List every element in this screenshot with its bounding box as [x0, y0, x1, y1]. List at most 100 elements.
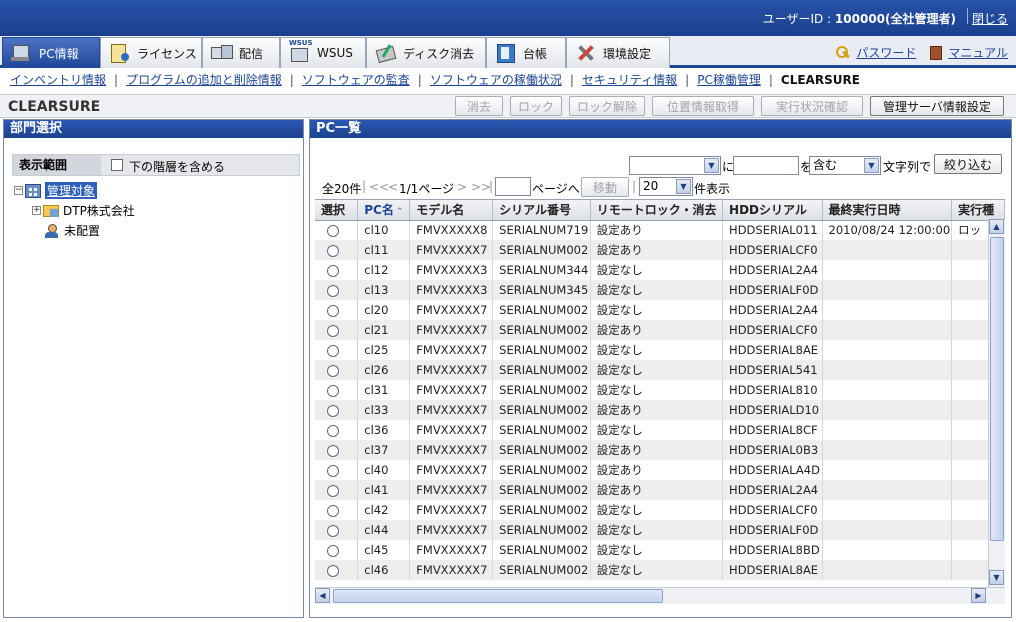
tab-ledger[interactable]: 台帳 [486, 37, 566, 68]
tab-wsus[interactable]: WSUS [280, 37, 366, 68]
manual-link[interactable]: マニュアル [948, 44, 1008, 61]
tree-node-label[interactable]: 未配置 [64, 222, 100, 239]
include-sublevels-checkbox[interactable] [111, 159, 123, 171]
tree-node-label[interactable]: 管理対象 [45, 182, 98, 199]
row-select-radio[interactable] [327, 284, 339, 297]
row-select-radio[interactable] [327, 444, 339, 457]
erase-button[interactable]: 消去 [455, 96, 503, 116]
filter-match-select[interactable]: 含む ▼ [809, 156, 881, 175]
row-select-radio[interactable] [327, 564, 339, 577]
per-page-select[interactable]: 20 ▼ [639, 177, 693, 196]
tree-node-unassigned[interactable]: 未配置 [44, 222, 100, 239]
horizontal-scroll-thumb[interactable] [333, 589, 663, 603]
vertical-scrollbar[interactable]: ▲ ▼ [988, 219, 1005, 587]
col-exec-type-header[interactable]: 実行種 [951, 200, 1005, 221]
scroll-left-icon[interactable]: ◀ [315, 588, 330, 603]
col-hdd-serial-header[interactable]: HDDシリアル [722, 200, 823, 221]
subnav-programs[interactable]: プログラムの追加と削除情報 [126, 73, 282, 87]
cell-last-exec: 2010/08/24 12:00:00 [822, 220, 953, 240]
row-select-radio[interactable] [327, 344, 339, 357]
col-last-exec-header[interactable]: 最終実行日時 [822, 200, 953, 221]
row-select-radio[interactable] [327, 264, 339, 277]
table-row[interactable]: cl44 FMVXXXXX7 SERIALNUM002 設定なし HDDSERIALF0… [315, 520, 1005, 540]
tab-pc-info[interactable]: PC情報 [2, 37, 100, 68]
row-select-radio[interactable] [327, 504, 339, 517]
table-row[interactable]: cl26 FMVXXXXX7 SERIALNUM002 設定なし HDDSERIAL54… [315, 360, 1005, 380]
get-location-button[interactable]: 位置情報取得 [652, 96, 754, 116]
table-row[interactable]: cl40 FMVXXXXX7 SERIALNUM002 設定あり HDDSERIALA4… [315, 460, 1005, 480]
col-pcname-header[interactable]: PC名 ⌃ [357, 200, 411, 221]
table-row[interactable]: cl21 FMVXXXXX7 SERIALNUM002 設定あり HDDSERIALCF… [315, 320, 1005, 340]
tab-settings[interactable]: 環境設定 [566, 37, 670, 68]
tree-node-managed[interactable]: − 管理対象 [14, 182, 98, 199]
table-row[interactable]: cl42 FMVXXXXX7 SERIALNUM002 設定なし HDDSERIALCF… [315, 500, 1005, 520]
table-row[interactable]: cl20 FMVXXXXX7 SERIALNUM002 設定なし HDDSERIAL2A… [315, 300, 1005, 320]
row-select-radio[interactable] [327, 224, 339, 237]
server-settings-button[interactable]: 管理サーバ情報設定 [870, 96, 1004, 116]
table-header-row: 選択 PC名 ⌃ モデル名 シリアル番号 リモートロック・消去 HDDシリアル 最… [315, 200, 1005, 221]
row-select-radio[interactable] [327, 404, 339, 417]
lock-button[interactable]: ロック [510, 96, 562, 116]
table-row[interactable]: cl11 FMVXXXXX7 SERIALNUM002 設定あり HDDSERIALCF… [315, 240, 1005, 260]
scroll-down-icon[interactable]: ▼ [989, 570, 1004, 585]
prev-page-button[interactable]: < [388, 180, 398, 194]
tree-node-label[interactable]: DTP株式会社 [63, 202, 135, 219]
tab-label: WSUS [317, 46, 353, 60]
table-row[interactable]: cl36 FMVXXXXX7 SERIALNUM002 設定なし HDDSERIAL8C… [315, 420, 1005, 440]
tab-disk-erase[interactable]: ディスク消去 [366, 37, 486, 68]
password-link[interactable]: パスワード [856, 44, 916, 61]
table-row[interactable]: cl10 FMVXXXXX8 SERIALNUM719 設定あり HDDSERIAL01… [315, 220, 1005, 240]
row-select-radio[interactable] [327, 384, 339, 397]
col-serial-header[interactable]: シリアル番号 [492, 200, 591, 221]
table-row[interactable]: cl41 FMVXXXXX7 SERIALNUM002 設定あり HDDSERIAL2A… [315, 480, 1005, 500]
tree-node-dtp[interactable]: + DTP株式会社 [32, 202, 135, 219]
row-select-radio[interactable] [327, 424, 339, 437]
apply-filter-button[interactable]: 絞り込む [934, 154, 1002, 174]
row-select-radio[interactable] [327, 364, 339, 377]
row-select-radio[interactable] [327, 244, 339, 257]
row-select-radio[interactable] [327, 484, 339, 497]
table-row[interactable]: cl12 FMVXXXXX3 SERIALNUM344 設定なし HDDSERIAL2A… [315, 260, 1005, 280]
next-page-button[interactable]: > [457, 180, 467, 194]
table-row[interactable]: cl37 FMVXXXXX7 SERIALNUM002 設定あり HDDSERIAL0B… [315, 440, 1005, 460]
table-row[interactable]: cl46 FMVXXXXX7 SERIALNUM002 設定なし HDDSERIAL8A… [315, 560, 1005, 580]
table-row[interactable]: cl31 FMVXXXXX7 SERIALNUM002 設定なし HDDSERIAL81… [315, 380, 1005, 400]
subnav-pc-operation[interactable]: PC稼働管理 [697, 73, 761, 87]
vertical-scroll-thumb[interactable] [990, 237, 1004, 541]
subnav-inventory[interactable]: インベントリ情報 [10, 73, 106, 87]
row-select-radio[interactable] [327, 464, 339, 477]
scroll-up-icon[interactable]: ▲ [989, 219, 1004, 234]
collapse-icon[interactable]: − [14, 186, 23, 195]
pc-table: 選択 PC名 ⌃ モデル名 シリアル番号 リモートロック・消去 HDDシリアル 最… [315, 200, 1005, 580]
first-page-button[interactable]: << [369, 180, 389, 194]
tab-license[interactable]: ライセンス [100, 37, 202, 68]
row-select-radio[interactable] [327, 324, 339, 337]
cell-serial: SERIALNUM002 [492, 360, 591, 380]
tab-distribution[interactable]: 配信 [202, 37, 280, 68]
cell-pcname: cl11 [357, 240, 411, 260]
row-select-radio[interactable] [327, 544, 339, 557]
table-row[interactable]: cl25 FMVXXXXX7 SERIALNUM002 設定なし HDDSERIAL8A… [315, 340, 1005, 360]
subnav-software-usage[interactable]: ソフトウェアの稼働状況 [430, 73, 562, 87]
table-row[interactable]: cl33 FMVXXXXX7 SERIALNUM002 設定あり HDDSERIALD1… [315, 400, 1005, 420]
subnav-software-audit[interactable]: ソフトウェアの監査 [302, 73, 410, 87]
row-select-radio[interactable] [327, 304, 339, 317]
expand-icon[interactable]: + [32, 206, 41, 215]
table-row[interactable]: cl45 FMVXXXXX7 SERIALNUM002 設定なし HDDSERIAL8B… [315, 540, 1005, 560]
col-remote-lock-header[interactable]: リモートロック・消去 [590, 200, 724, 221]
horizontal-scrollbar[interactable]: ◀ ▶ [315, 587, 1005, 604]
row-select-radio[interactable] [327, 524, 339, 537]
table-row[interactable]: cl13 FMVXXXXX3 SERIALNUM345 設定なし HDDSERIALF0… [315, 280, 1005, 300]
filter-text-input[interactable] [733, 156, 799, 175]
license-icon [109, 43, 131, 63]
move-page-button[interactable]: 移動 [581, 177, 629, 197]
col-model-header[interactable]: モデル名 [409, 200, 494, 221]
page-toolbar: CLEARSURE 消去 ロック ロック解除 位置情報取得 実行状況確認 管理サ… [0, 94, 1016, 118]
scroll-right-icon[interactable]: ▶ [971, 588, 986, 603]
page-number-input[interactable] [495, 177, 531, 196]
logout-link[interactable]: 閉じる [972, 10, 1008, 27]
check-status-button[interactable]: 実行状況確認 [761, 96, 863, 116]
subnav-security[interactable]: セキュリティ情報 [582, 73, 677, 87]
unlock-button[interactable]: ロック解除 [569, 96, 645, 116]
filter-column-select[interactable]: ▼ [629, 156, 721, 175]
